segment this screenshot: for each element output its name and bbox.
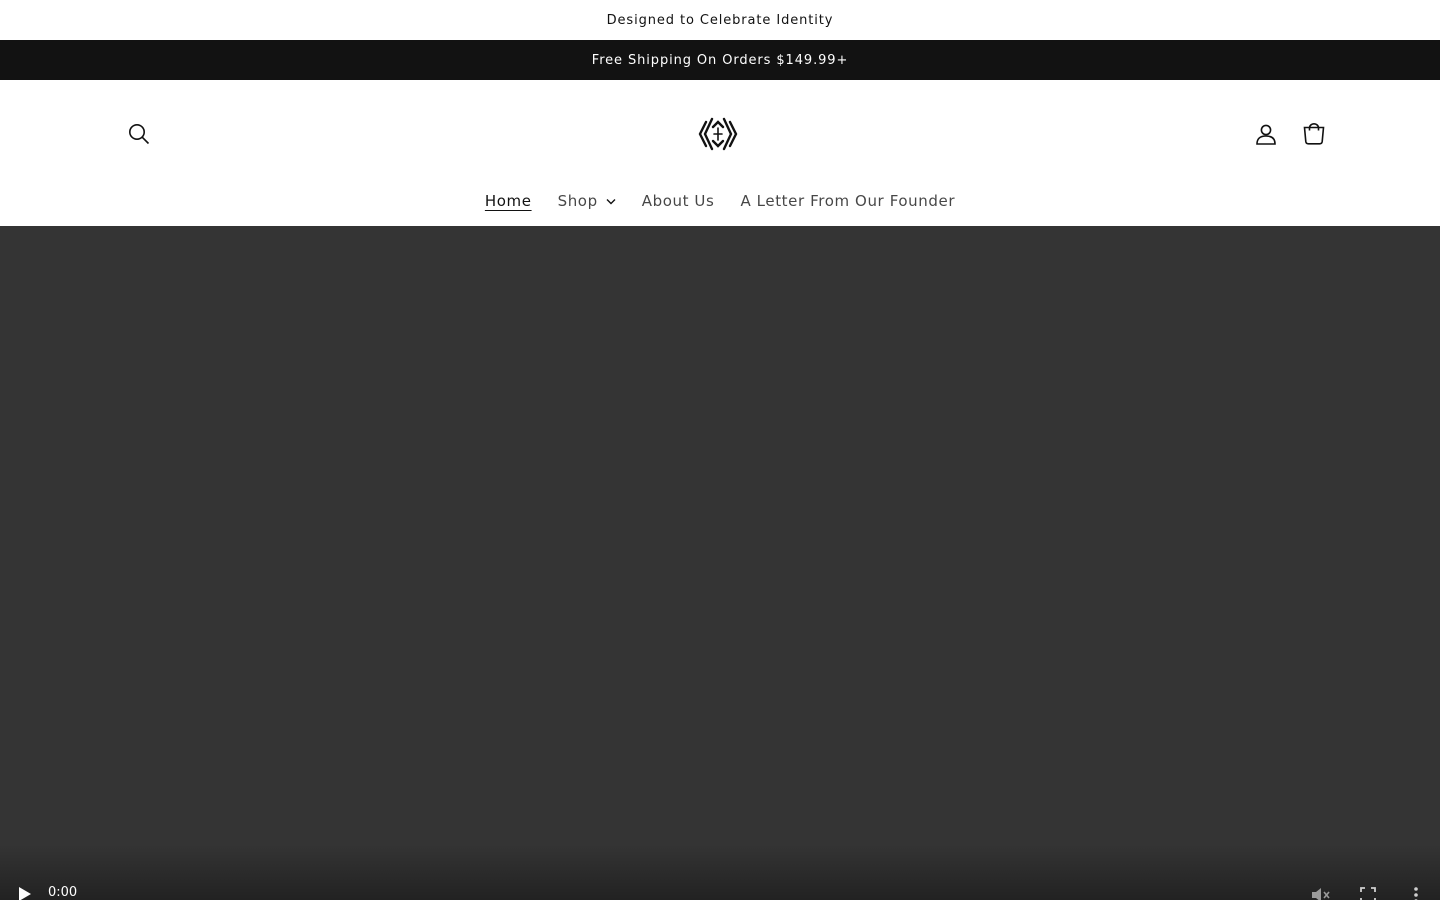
nav-item-shop[interactable]: Shop — [545, 186, 629, 216]
account-icon — [1256, 124, 1276, 145]
nav-item-founder-letter-label: A Letter From Our Founder — [740, 192, 956, 210]
nav-item-founder-letter[interactable]: A Letter From Our Founder — [727, 186, 968, 216]
search-icon — [129, 124, 150, 145]
search-button[interactable] — [117, 112, 161, 156]
nav-item-home-label: Home — [484, 192, 532, 210]
announcement-top-text: Designed to Celebrate Identity — [606, 12, 834, 28]
video-time: 0:00 — [48, 885, 78, 900]
fullscreen-icon — [1360, 887, 1376, 900]
main-navigation: Home Shop About Us A Letter From Our Fou… — [0, 184, 1440, 218]
account-button[interactable] — [1244, 112, 1288, 156]
muted-volume-icon — [1312, 888, 1330, 900]
fullscreen-button[interactable] — [1357, 884, 1379, 900]
more-options-icon — [1414, 887, 1418, 900]
nav-item-about-us[interactable]: About Us — [629, 186, 728, 216]
play-button[interactable] — [14, 884, 34, 900]
video-controls: 0:00 — [0, 844, 1440, 900]
cart-icon — [1303, 122, 1325, 145]
nav-item-shop-label: Shop — [557, 192, 598, 210]
nav-item-about-us-label: About Us — [641, 192, 715, 210]
cart-button[interactable] — [1292, 112, 1336, 156]
site-header: Home Shop About Us A Letter From Our Fou… — [0, 80, 1440, 226]
hero-video[interactable]: 0:00 — [0, 226, 1440, 900]
brand-logo-icon — [698, 117, 738, 151]
announcement-top: Designed to Celebrate Identity — [0, 0, 1440, 40]
mute-button[interactable] — [1309, 884, 1331, 900]
announcement-bar-text: Free Shipping On Orders $149.99+ — [591, 52, 849, 68]
more-options-button[interactable] — [1405, 884, 1427, 900]
announcement-bar: Free Shipping On Orders $149.99+ — [0, 40, 1440, 80]
brand-logo[interactable] — [694, 110, 742, 158]
nav-item-home[interactable]: Home — [472, 186, 545, 216]
chevron-down-icon — [606, 198, 616, 205]
play-icon — [19, 887, 31, 900]
